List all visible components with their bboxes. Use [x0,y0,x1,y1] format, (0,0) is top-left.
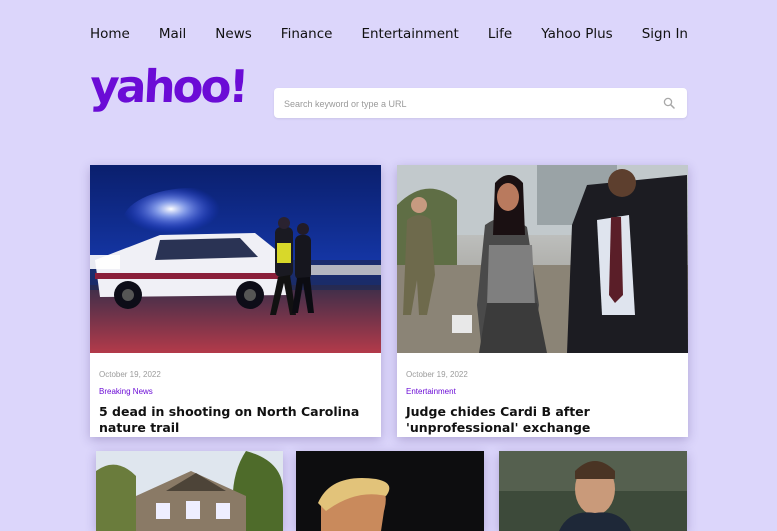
trump-portrait-image [296,451,484,531]
nav-finance[interactable]: Finance [281,26,333,42]
search-input[interactable] [282,88,646,120]
card-title[interactable]: Judge chides Cardi B after 'unprofession… [406,404,682,436]
search-bar [274,88,687,120]
nav-life[interactable]: Life [488,26,512,42]
news-card-image [397,165,688,353]
police-car-night-image [90,165,381,353]
news-card-small[interactable] [96,451,283,531]
card-category[interactable]: Breaking News [99,387,153,396]
nav-mail[interactable]: Mail [159,26,186,42]
news-card-image [90,165,381,353]
nav-sign-in[interactable]: Sign In [642,26,688,42]
news-card[interactable]: October 19, 2022 Entertainment Judge chi… [397,165,688,437]
cardi-b-court-image [397,165,688,353]
nav-yahoo-plus[interactable]: Yahoo Plus [541,26,613,42]
suburban-house-image [96,451,283,531]
tom-brady-portrait-image [499,451,687,531]
card-title[interactable]: 5 dead in shooting on North Carolina nat… [99,404,375,436]
nav-home[interactable]: Home [90,26,130,42]
news-card-small[interactable] [499,451,687,531]
card-date: October 19, 2022 [406,370,468,379]
news-card-small[interactable] [296,451,484,531]
search-icon[interactable] [663,97,675,109]
top-nav: Home Mail News Finance Entertainment Lif… [90,26,688,42]
news-card[interactable]: October 19, 2022 Breaking News 5 dead in… [90,165,381,437]
nav-news[interactable]: News [215,26,251,42]
card-date: October 19, 2022 [99,370,161,379]
yahoo-logo[interactable]: yahoo! [89,60,248,113]
nav-entertainment[interactable]: Entertainment [361,26,458,42]
card-category[interactable]: Entertainment [406,387,456,396]
